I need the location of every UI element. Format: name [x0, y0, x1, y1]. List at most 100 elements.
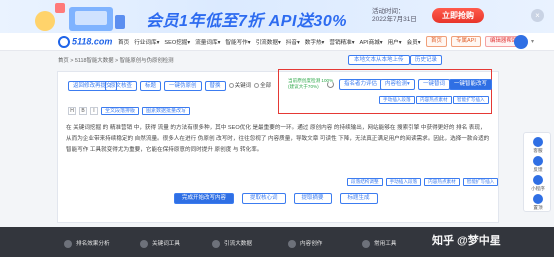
refresh-icon[interactable]: [327, 81, 334, 88]
format-toolbar: H B I 全文段落排版 图素数据批量改写: [68, 107, 191, 115]
article-text: 在 关键词挖掘 的 精准营销 中，获得 流量 的方法有很多种，其中 SEO优化 …: [66, 125, 490, 153]
logo-icon: [58, 36, 70, 48]
float-top[interactable]: 置顶: [524, 194, 552, 211]
chevron-down-icon[interactable]: ▾: [531, 38, 534, 45]
top-navbar: 5118.com 首页 行业词库▾ SEO挖掘▾ 流量词库▾ 智能写作▾ 引流数…: [0, 33, 554, 51]
api-pill[interactable]: 专属API: [451, 36, 481, 47]
avatar[interactable]: [514, 35, 528, 49]
nav-item-hot[interactable]: 数字热▾: [305, 38, 325, 46]
extract-summary-button[interactable]: 提取摘要: [293, 193, 332, 204]
promo-date-label: 活动时间：: [372, 8, 405, 15]
nav-item-industry[interactable]: 行业词库▾: [134, 38, 159, 46]
bottom-actions: 完成开始改写内容 提取核心词 提取摘要 标题生成: [174, 193, 378, 204]
extract-keywords-button[interactable]: 提取核心词: [242, 193, 286, 204]
feedback-icon: [533, 156, 543, 166]
breadcrumb-row: 首页 > 5118智能大数据 > 智能原创与伪原创检测 本地文本从本地上传 历史…: [58, 55, 498, 66]
finish-rewrite-button[interactable]: 完成开始改写内容: [174, 193, 235, 204]
service-icon: [533, 137, 543, 147]
site-logo[interactable]: 5118.com: [58, 36, 112, 48]
nav-item-writing[interactable]: 智能写作▾: [225, 38, 250, 46]
tag-hot[interactable]: 内容热点素材: [424, 178, 460, 186]
footer-item-rank-label: 排名效果分析: [76, 241, 110, 247]
smart-expand-button[interactable]: 智能扩写插入: [453, 96, 489, 104]
nav-item-seo[interactable]: SEO挖掘▾: [164, 38, 190, 46]
promo-date: 活动时间： 2022年7月31日: [372, 8, 417, 24]
footer-item-content-label: 内容创作: [300, 241, 323, 247]
footer-item-keyword[interactable]: 关键词工具: [140, 239, 180, 248]
italic-button[interactable]: I: [90, 107, 98, 115]
main-nav: 首页 行业词库▾ SEO挖掘▾ 流量词库▾ 智能写作▾ 引流数据▾ 抖音▾ 数字…: [118, 38, 421, 46]
nav-item-api[interactable]: API商城▾: [360, 38, 383, 46]
radio-icon: [254, 83, 260, 89]
float-service[interactable]: 客服: [524, 137, 552, 154]
keyword-icon: [140, 239, 148, 248]
float-feedback[interactable]: 反馈: [524, 156, 552, 173]
promo-title: 会员1年低至7折 API送30%: [146, 13, 347, 30]
nav-item-data[interactable]: 引流数据▾: [256, 38, 281, 46]
nav-item-traffic[interactable]: 流量词库▾: [195, 38, 220, 46]
traffic-icon: [212, 239, 220, 248]
float-miniapp-label: 小程序: [531, 186, 545, 191]
footer-item-tools-label: 常用工具: [374, 241, 397, 247]
arrow-up-icon: [533, 194, 543, 204]
promo-date-value: 2022年7月31日: [372, 16, 417, 23]
tag-insert[interactable]: 手动插入段落: [385, 178, 422, 186]
nav-right-actions: 首页 专属API 编辑器帮助▾: [426, 36, 526, 47]
heading-button[interactable]: H: [68, 107, 76, 115]
originality-eval-button[interactable]: 指名者力评估: [339, 79, 383, 90]
history-button[interactable]: 历史记录: [410, 55, 443, 65]
promo-illustration: [35, 3, 125, 31]
title-generate-button[interactable]: 标题生成: [339, 193, 378, 204]
hot-material-button[interactable]: 内容热点素材: [416, 96, 452, 104]
close-icon[interactable]: ×: [531, 9, 544, 22]
option-replace[interactable]: 替换: [204, 81, 226, 91]
content-icon: [288, 239, 296, 248]
radio-icon: [228, 83, 234, 89]
tag-structure[interactable]: 段落结构调整: [347, 178, 383, 186]
tools-icon: [362, 239, 370, 248]
footer-item-content[interactable]: 内容创作: [288, 239, 322, 248]
breadcrumb: 首页 > 5118智能大数据 > 智能原创与伪原创检测: [58, 58, 174, 64]
batch-rewrite-button[interactable]: 图素数据批量改写: [142, 107, 191, 115]
option-title[interactable]: 标题: [140, 81, 162, 91]
paragraph-tools: 段落结构调整 手动插入段落 内容热点素材 智能扩写插入: [347, 178, 499, 186]
one-click-replace-button[interactable]: 一键替词: [418, 79, 451, 90]
bold-button[interactable]: B: [79, 107, 87, 115]
nav-item-douyin[interactable]: 抖音▾: [286, 38, 300, 46]
float-service-label: 客服: [533, 148, 543, 153]
nav-item-home[interactable]: 首页: [118, 38, 129, 46]
zhihu-watermark: 知乎 @梦中星: [432, 235, 501, 247]
nav-item-vip[interactable]: 会员▾: [407, 38, 421, 46]
content-check-dropdown[interactable]: 内容检测▾: [380, 79, 415, 90]
rank-icon: [64, 239, 72, 248]
float-feedback-label: 反馈: [533, 167, 543, 172]
promo-banner[interactable]: 会员1年低至7折 API送30% 活动时间： 2022年7月31日 立即抢购 ×: [0, 0, 554, 33]
miniapp-icon: [533, 175, 543, 185]
option-check[interactable]: 原文核查: [105, 81, 138, 91]
home-pill[interactable]: 首页: [426, 36, 448, 47]
tag-expand[interactable]: 智能扩写插入: [462, 178, 499, 186]
footer-item-traffic[interactable]: 引流大数据: [212, 239, 252, 248]
float-top-label: 置顶: [533, 205, 543, 210]
footer-item-traffic-label: 引流大数据: [224, 241, 252, 247]
editor-toolbar: 原文核查 标题 一键伪原创 替换 关键词 全部: [105, 81, 271, 91]
float-miniapp[interactable]: 小程序: [524, 175, 552, 192]
logo-text: 5118.com: [72, 36, 113, 47]
footer-item-tools[interactable]: 常用工具: [362, 239, 396, 248]
insert-paragraph-button[interactable]: 手动插入段落: [379, 96, 415, 104]
article-body[interactable]: 在 关键词挖掘 的 精准营销 中，获得 流量 的方法有很多种，其中 SEO优化 …: [66, 123, 490, 156]
upload-button[interactable]: 本地文本从本地上传: [348, 55, 410, 65]
radio-all-label: 全部: [260, 83, 272, 89]
nav-item-user[interactable]: 用户▾: [388, 38, 402, 46]
radio-keyword[interactable]: 关键词: [228, 81, 251, 91]
layout-button[interactable]: 全文段落排版: [101, 107, 140, 115]
right-float-bar: 客服 反馈 小程序 置顶: [523, 132, 551, 212]
radio-all[interactable]: 全部: [254, 81, 271, 91]
footer-item-rank[interactable]: 排名效果分析: [64, 239, 110, 248]
option-rewrite[interactable]: 一键伪原创: [164, 81, 202, 91]
smart-rewrite-button[interactable]: 一键智能改写: [449, 79, 493, 90]
highlight-action-box: 当前原创度检测 100% (建议大于70%) 指名者力评估 内容检测▾ 一键替词…: [278, 69, 493, 114]
nav-item-marketing[interactable]: 营销精准▾: [329, 38, 354, 46]
footer-item-keyword-label: 关键词工具: [152, 241, 180, 247]
buy-now-button[interactable]: 立即抢购: [432, 8, 484, 23]
